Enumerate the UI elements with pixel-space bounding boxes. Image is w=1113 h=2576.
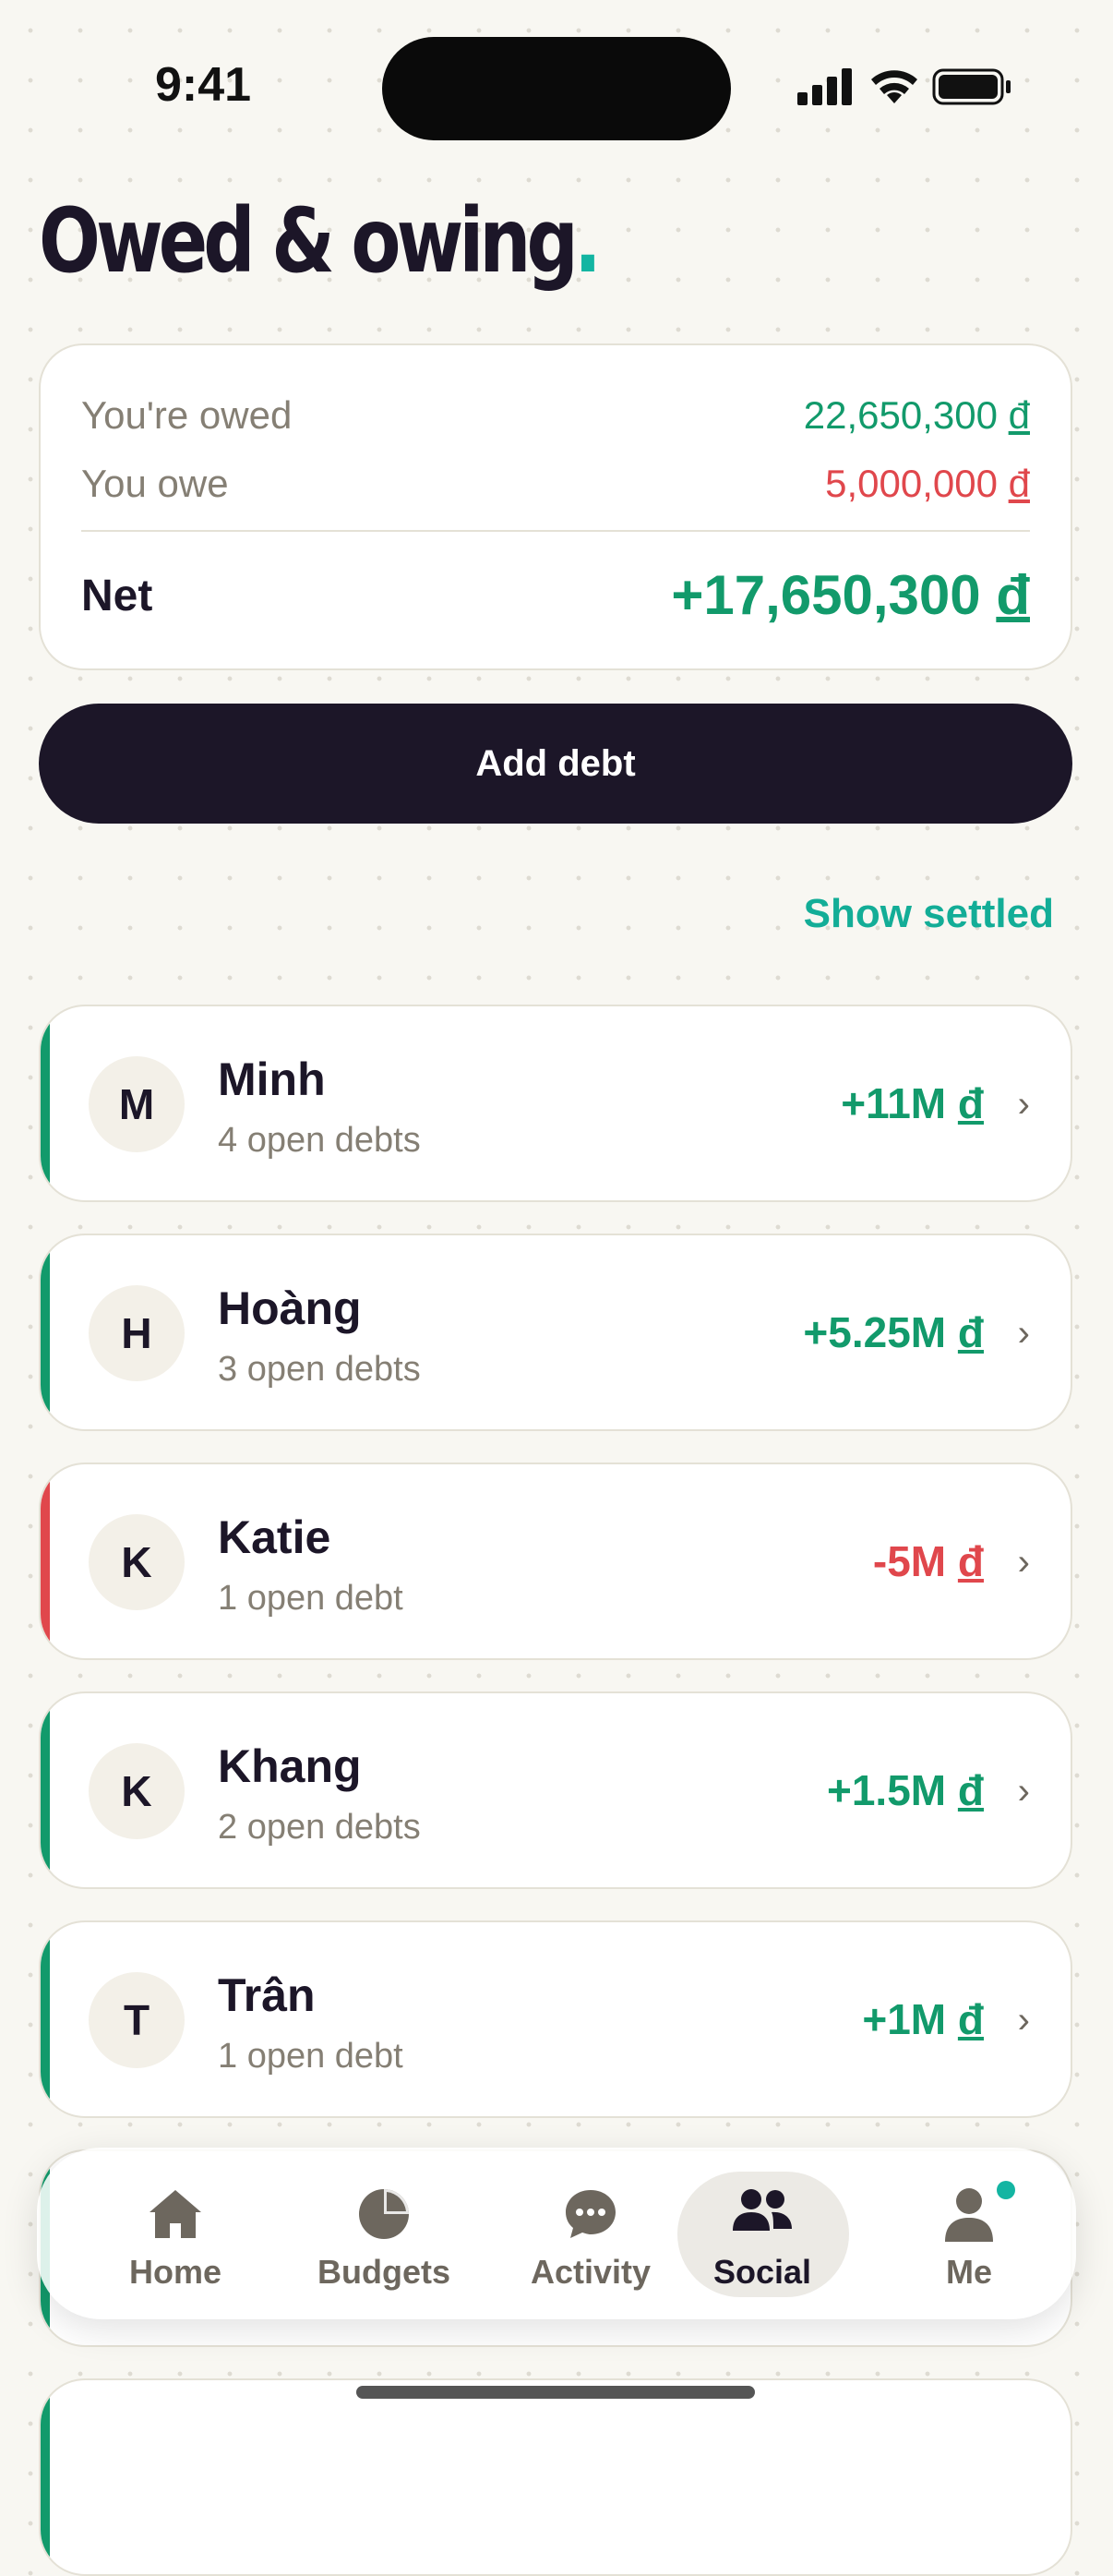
open-debts-count: 3 open debts [218, 1350, 421, 1389]
tab-activity[interactable]: Activity [498, 2148, 683, 2319]
balance-stripe [41, 1922, 50, 2116]
person-row-hoang[interactable]: H Hoàng 3 open debts +5.25M đ › [39, 1234, 1072, 1431]
chevron-right-icon: › [1017, 1771, 1030, 1812]
person-name: Trân [218, 1969, 316, 2021]
balance-stripe [41, 1235, 50, 1429]
balance-stripe [41, 2380, 50, 2574]
balance-amount: +11M đ [841, 1079, 984, 1127]
avatar: T [89, 1972, 185, 2068]
owe-label: You owe [81, 462, 229, 505]
avatar: K [89, 1514, 185, 1610]
avatar: K [89, 1743, 185, 1839]
chat-bubble-icon [566, 2190, 616, 2238]
open-debts-count: 2 open debts [218, 1808, 421, 1847]
net-value: +17,650,300 đ [671, 564, 1030, 626]
people-icon [733, 2189, 792, 2231]
person-name: Minh [218, 1053, 326, 1105]
open-debts-count: 1 open debt [218, 2037, 403, 2076]
chevron-right-icon: › [1017, 1542, 1030, 1583]
status-icons [797, 68, 1011, 105]
chevron-right-icon: › [1017, 2000, 1030, 2040]
tab-label: Social [712, 2253, 812, 2291]
tab-label: Activity [530, 2253, 652, 2291]
balance-amount: +5.25M đ [803, 1308, 984, 1356]
show-settled-link[interactable]: Show settled [804, 891, 1054, 937]
balance-amount: -5M đ [872, 1537, 984, 1585]
owe-value: 5,000,000 đ [825, 462, 1030, 505]
balance-summary-card: You're owed 22,650,300 đ You owe 5,000,0… [39, 343, 1072, 670]
title-accent-dot: . [573, 189, 602, 293]
summary-divider [81, 530, 1030, 532]
dynamic-island [382, 37, 731, 140]
open-debts-count: 1 open debt [218, 1579, 403, 1618]
open-debts-count: 4 open debts [218, 1121, 421, 1160]
tab-label: Me [945, 2253, 992, 2291]
notification-dot [997, 2181, 1015, 2199]
balance-amount: +1.5M đ [826, 1766, 984, 1814]
owed-label: You're owed [81, 393, 293, 437]
tab-home[interactable]: Home [83, 2148, 268, 2319]
person-row-minh[interactable]: M Minh 4 open debts +11M đ › [39, 1005, 1072, 1202]
tab-label: Budgets [317, 2253, 450, 2291]
status-time: 9:41 [155, 58, 252, 112]
person-row-khang[interactable]: K Khang 2 open debts +1.5M đ › [39, 1691, 1072, 1889]
avatar: H [89, 1285, 185, 1381]
net-row: Net +17,650,300 đ [81, 564, 1030, 626]
balance-stripe [41, 1693, 50, 1887]
home-indicator [356, 2386, 755, 2399]
balance-stripe [41, 1464, 50, 1658]
person-row-tran[interactable]: T Trân 1 open debt +1M đ › [39, 1920, 1072, 2118]
person-name: Hoàng [218, 1282, 362, 1334]
person-row-katie[interactable]: K Katie 1 open debt -5M đ › [39, 1463, 1072, 1660]
status-bar: 9:41 [0, 0, 1113, 166]
battery-icon [932, 68, 1011, 105]
home-icon [150, 2190, 201, 2238]
chevron-right-icon: › [1017, 1313, 1030, 1354]
wifi-icon [871, 70, 917, 103]
pie-chart-icon [359, 2189, 409, 2239]
page-title: Owed & owing. [39, 189, 602, 293]
person-name: Khang [218, 1740, 362, 1792]
person-name: Katie [218, 1511, 331, 1563]
tab-social[interactable]: Social [670, 2148, 855, 2319]
bottom-tab-bar: Home Budgets Activity Social Me [37, 2148, 1076, 2319]
tab-label: Home [128, 2253, 222, 2291]
balance-amount: +1M đ [862, 1995, 984, 2043]
avatar: M [89, 1056, 185, 1152]
cellular-signal-icon [797, 68, 852, 105]
owed-value: 22,650,300 đ [803, 393, 1030, 437]
person-icon [945, 2188, 993, 2242]
net-label: Net [81, 572, 153, 620]
add-debt-button[interactable]: Add debt [39, 704, 1072, 824]
owed-row: You're owed 22,650,300 đ [81, 393, 1030, 438]
person-row-partial[interactable] [39, 2378, 1072, 2576]
tab-budgets[interactable]: Budgets [292, 2148, 476, 2319]
balance-stripe [41, 1006, 50, 1200]
owe-row: You owe 5,000,000 đ [81, 462, 1030, 506]
tab-me[interactable]: Me [877, 2148, 1061, 2319]
chevron-right-icon: › [1017, 1084, 1030, 1125]
